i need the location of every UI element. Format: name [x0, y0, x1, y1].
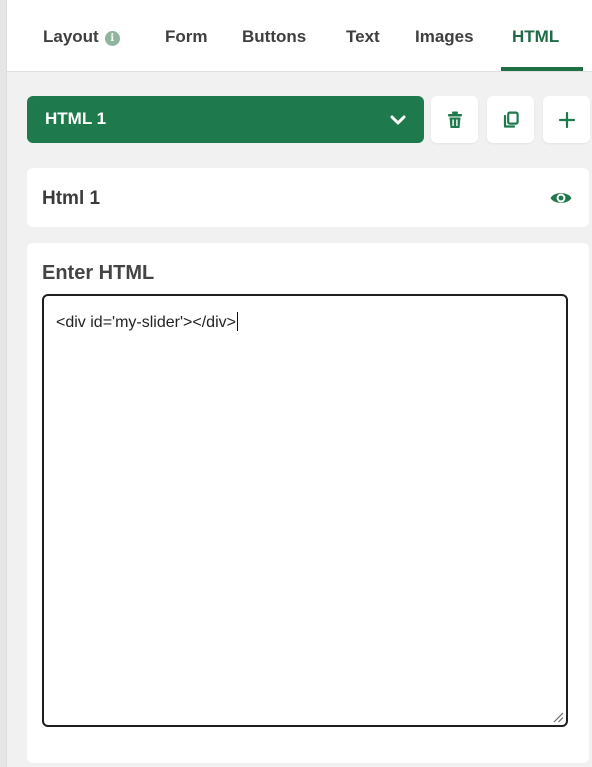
html-block-select[interactable]: HTML 1	[27, 96, 424, 143]
active-tab-indicator	[501, 67, 583, 71]
duplicate-icon	[503, 111, 519, 128]
chevron-down-icon	[390, 115, 406, 125]
tab-buttons[interactable]: Buttons	[242, 27, 306, 47]
text-caret	[236, 312, 238, 331]
html-block-header[interactable]: Html 1	[27, 168, 589, 227]
tab-label-images: Images	[415, 27, 474, 46]
html-code-value: <div id='my-slider'></div>	[56, 314, 236, 331]
tab-text[interactable]: Text	[346, 27, 380, 47]
html-code-textarea[interactable]: <div id='my-slider'></div>	[42, 294, 568, 727]
tab-layout[interactable]: Layout i	[43, 27, 120, 47]
tab-images[interactable]: Images	[415, 27, 474, 47]
tab-label-layout: Layout	[43, 27, 99, 46]
resize-handle-icon[interactable]	[552, 711, 564, 723]
add-button[interactable]	[543, 96, 590, 143]
tab-html[interactable]: HTML	[512, 27, 559, 47]
tab-bar: Layout i Form Buttons Text Images HTML	[7, 0, 592, 72]
select-value: HTML 1	[45, 109, 107, 128]
trash-icon	[447, 111, 462, 128]
delete-button[interactable]	[431, 96, 478, 143]
html-editor-card: Enter HTML <div id='my-slider'></div>	[27, 243, 589, 763]
info-icon[interactable]: i	[104, 31, 120, 46]
plus-icon	[558, 111, 575, 128]
html-block-name: Html 1	[42, 188, 101, 209]
enter-html-label: Enter HTML	[42, 262, 155, 284]
html-code-text: <div id='my-slider'></div>	[56, 312, 238, 333]
tab-label-form: Form	[165, 27, 208, 46]
tab-label-text: Text	[346, 27, 380, 46]
tab-label-html: HTML	[512, 27, 560, 46]
tab-label-buttons: Buttons	[242, 27, 307, 46]
eye-icon[interactable]	[549, 188, 573, 208]
panel-left-edge	[0, 0, 7, 767]
duplicate-button[interactable]	[487, 96, 534, 143]
tab-form[interactable]: Form	[165, 27, 208, 47]
